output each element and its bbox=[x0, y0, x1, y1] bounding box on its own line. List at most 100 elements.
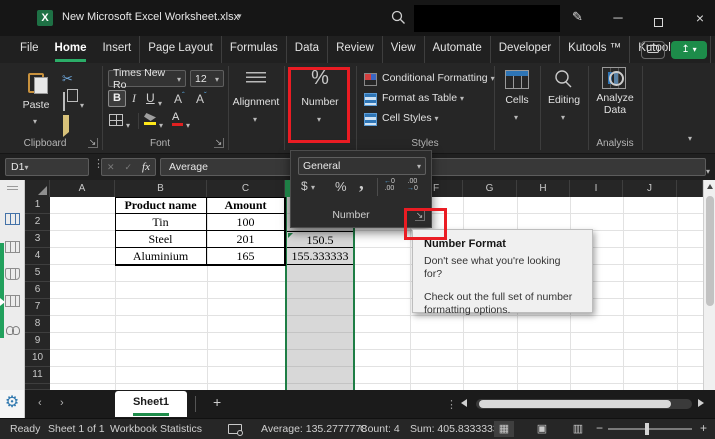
maximize-button[interactable] bbox=[644, 8, 672, 28]
borders-dropdown-icon[interactable] bbox=[126, 115, 130, 133]
next-sheet-icon[interactable]: › bbox=[60, 397, 64, 409]
row-header-4[interactable]: 4 bbox=[25, 248, 50, 265]
cell-d4[interactable]: 155.333333 bbox=[287, 248, 353, 265]
column-header-b[interactable]: B bbox=[115, 180, 207, 197]
horizontal-scrollbar[interactable] bbox=[476, 399, 692, 409]
cancel-icon[interactable]: ✕ bbox=[107, 162, 115, 173]
column-header-i[interactable]: I bbox=[570, 180, 623, 197]
tab-help[interactable]: Help bbox=[711, 36, 715, 63]
tab-insert[interactable]: Insert bbox=[94, 36, 140, 63]
column-header-g[interactable]: G bbox=[463, 180, 517, 197]
zoom-in-button[interactable]: + bbox=[700, 421, 707, 435]
editing-dropdown-icon[interactable] bbox=[561, 107, 565, 125]
italic-button[interactable]: I bbox=[132, 91, 136, 106]
cut-icon[interactable]: ✂ bbox=[62, 71, 73, 87]
scroll-up-icon[interactable] bbox=[707, 184, 713, 189]
font-dialog-launcher-icon[interactable]: ↘ bbox=[214, 138, 224, 148]
column-header-a[interactable]: A bbox=[50, 180, 115, 197]
add-sheet-button[interactable]: + bbox=[213, 394, 221, 410]
prev-sheet-icon[interactable]: ‹ bbox=[38, 397, 42, 409]
analyze-data-button[interactable]: AnalyzeData bbox=[588, 92, 642, 116]
increase-font-button[interactable]: Aˆ bbox=[174, 91, 185, 106]
scroll-right-icon[interactable] bbox=[698, 399, 704, 407]
column-header-j[interactable]: J bbox=[623, 180, 677, 197]
format-as-table-button[interactable]: Format as Table bbox=[382, 92, 464, 104]
paste-button[interactable] bbox=[16, 68, 56, 98]
row-header-1[interactable]: 1 bbox=[25, 197, 50, 214]
quick-access-pane-icon[interactable] bbox=[5, 241, 20, 253]
tab-bar-splitter[interactable]: ⋮ bbox=[446, 398, 457, 411]
resource-library-icon[interactable] bbox=[5, 268, 20, 280]
tab-home[interactable]: Home bbox=[47, 36, 95, 63]
tab-review[interactable]: Review bbox=[328, 36, 383, 63]
conditional-formatting-button[interactable]: Conditional Formatting bbox=[382, 72, 495, 84]
expand-formula-bar-icon[interactable] bbox=[706, 161, 710, 179]
display-settings-icon[interactable] bbox=[228, 424, 242, 434]
page-layout-view-button[interactable]: ▣ bbox=[532, 421, 552, 437]
row-header-2[interactable]: 2 bbox=[25, 214, 50, 231]
excel-app-icon[interactable]: X bbox=[37, 10, 53, 26]
clipboard-dialog-launcher-icon[interactable]: ↘ bbox=[88, 138, 98, 148]
cell-styles-button[interactable]: Cell Styles bbox=[382, 112, 439, 124]
pane-collapse-arrow-icon[interactable] bbox=[0, 298, 5, 306]
collapse-ribbon-icon[interactable] bbox=[688, 128, 692, 146]
column-header-h[interactable]: H bbox=[517, 180, 570, 197]
font-size-select[interactable]: 12 bbox=[190, 70, 224, 87]
fill-color-dropdown-icon[interactable] bbox=[159, 115, 163, 133]
vertical-scrollbar[interactable] bbox=[703, 180, 715, 390]
row-header-8[interactable]: 8 bbox=[25, 316, 50, 333]
increase-decimal-button[interactable]: ←0.00 bbox=[384, 178, 395, 192]
tab-kutools[interactable]: Kutools ™ bbox=[560, 36, 630, 63]
cell-c4[interactable]: 165 bbox=[207, 248, 285, 265]
name-box[interactable]: D1 bbox=[5, 158, 89, 176]
row-header-7[interactable]: 7 bbox=[25, 299, 50, 316]
page-break-view-button[interactable]: ▥ bbox=[568, 421, 588, 437]
workbook-pane-icon[interactable] bbox=[5, 213, 20, 225]
find-binoculars-icon[interactable] bbox=[6, 326, 20, 334]
cell-b2[interactable]: Tin bbox=[115, 214, 207, 231]
vertical-scroll-thumb[interactable] bbox=[706, 196, 714, 306]
copy-dropdown-icon[interactable] bbox=[80, 95, 84, 113]
row-header-10[interactable]: 10 bbox=[25, 350, 50, 367]
underline-button[interactable]: U bbox=[146, 91, 155, 105]
paste-label[interactable]: Paste bbox=[16, 99, 56, 111]
ink-pen-icon[interactable]: ✎ bbox=[572, 9, 583, 25]
smart-tag-triangle-icon[interactable] bbox=[288, 233, 293, 238]
zoom-out-button[interactable]: − bbox=[596, 421, 603, 435]
insert-function-icon[interactable]: fx bbox=[142, 161, 150, 173]
formula-input[interactable]: Average bbox=[160, 158, 706, 176]
column-header-partial[interactable] bbox=[677, 180, 703, 197]
accounting-format-button[interactable]: $ bbox=[301, 179, 315, 193]
format-painter-button[interactable] bbox=[63, 115, 69, 133]
cell-b1[interactable]: Product name bbox=[115, 197, 207, 214]
cells-group-button[interactable]: Cells bbox=[494, 94, 540, 106]
row-header-3[interactable]: 3 bbox=[25, 231, 50, 248]
sheet-tab-active[interactable]: Sheet1 bbox=[115, 391, 187, 417]
comment-button[interactable] bbox=[641, 41, 665, 59]
scroll-left-icon[interactable] bbox=[461, 399, 467, 407]
borders-button[interactable] bbox=[109, 113, 123, 131]
cell-d3[interactable]: 150.5 bbox=[287, 231, 353, 248]
pane-handle-icon[interactable] bbox=[7, 186, 18, 190]
fill-color-button[interactable] bbox=[144, 113, 156, 125]
cell-c2[interactable]: 100 bbox=[207, 214, 285, 231]
row-header-5[interactable]: 5 bbox=[25, 265, 50, 282]
zoom-slider-thumb[interactable] bbox=[645, 423, 649, 435]
tab-developer[interactable]: Developer bbox=[491, 36, 560, 63]
cell-b4[interactable]: Aluminium bbox=[115, 248, 207, 265]
zoom-slider-track[interactable] bbox=[608, 428, 692, 430]
normal-view-button[interactable]: ▦ bbox=[494, 421, 514, 437]
row-header-11[interactable]: 11 bbox=[25, 367, 50, 384]
paste-dropdown-icon[interactable] bbox=[33, 111, 37, 129]
editing-group-button[interactable]: Editing bbox=[540, 94, 588, 106]
bold-button[interactable]: B bbox=[108, 90, 126, 107]
minimize-button[interactable]: ─ bbox=[604, 8, 632, 28]
title-dropdown-icon[interactable]: ▾ bbox=[237, 11, 242, 22]
decrease-decimal-button[interactable]: .00→0 bbox=[407, 178, 418, 192]
tab-formulas[interactable]: Formulas bbox=[222, 36, 287, 63]
select-all-button[interactable] bbox=[25, 180, 50, 197]
search-icon[interactable] bbox=[391, 10, 406, 25]
percent-style-button[interactable]: % bbox=[335, 179, 347, 194]
font-name-select[interactable]: Times New Ro bbox=[108, 70, 186, 87]
tab-automate[interactable]: Automate bbox=[425, 36, 491, 63]
